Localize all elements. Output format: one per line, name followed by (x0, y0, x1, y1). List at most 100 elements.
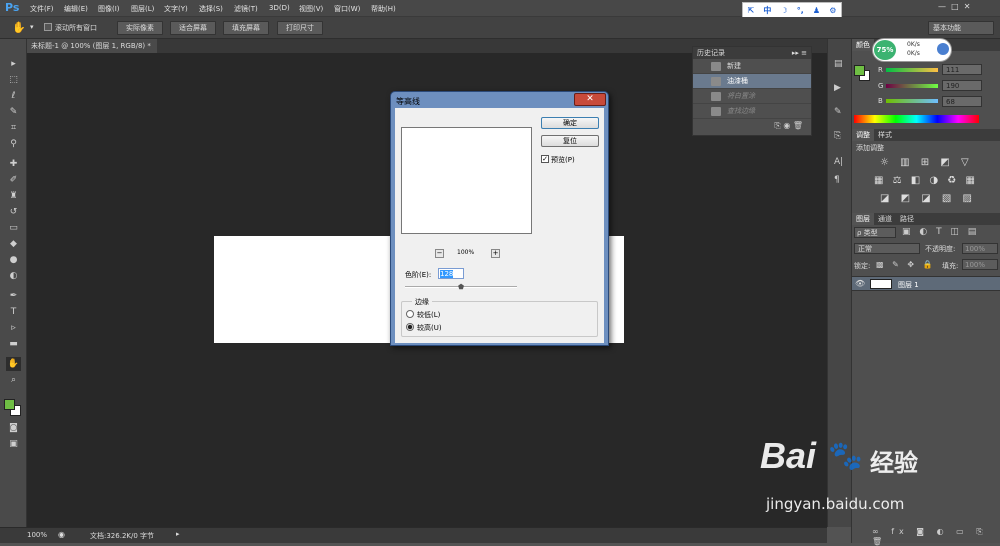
r-slider[interactable] (886, 68, 938, 72)
zoom-tool-icon[interactable]: ⌕ (6, 373, 21, 387)
user-icon[interactable]: ♟ (813, 6, 820, 15)
history-item-active[interactable]: 油漆桶 (693, 74, 811, 89)
clone-panel-icon[interactable]: ⎘ (834, 131, 841, 141)
hand-tool-icon[interactable]: ✋ (6, 357, 21, 371)
window-controls[interactable]: — □ ✕ (938, 2, 970, 11)
path-select-tool-icon[interactable]: ▹ (6, 321, 21, 335)
color-fg-swatch[interactable] (854, 65, 865, 76)
zoom-in-button[interactable]: + (491, 249, 500, 258)
menu-image[interactable]: 图像(I) (98, 4, 120, 14)
brush-panel-icon[interactable]: ✎ (834, 107, 842, 117)
history-footer-icons[interactable]: ⎘ ◉ 🗑 (693, 119, 811, 133)
status-menu-icon[interactable]: ◉ (58, 530, 65, 539)
foreground-color-swatch[interactable] (4, 399, 15, 410)
stamp-tool-icon[interactable]: ♜ (6, 189, 21, 203)
net-speed-widget[interactable]: 75% 0K/s 0K/s (872, 38, 952, 62)
quick-select-tool-icon[interactable]: ✎ (6, 105, 21, 119)
menu-layer[interactable]: 图层(L) (131, 4, 154, 14)
paint-bucket-tool-icon[interactable]: ◆ (6, 237, 21, 251)
level-slider-thumb[interactable]: ⬟ (458, 283, 464, 291)
b-value-field[interactable]: 68 (942, 96, 982, 107)
layer-filter-icons[interactable]: ▣ ◐ T ◫ ▤ (902, 227, 979, 237)
actions-panel-icon[interactable]: ▶ (834, 83, 841, 93)
quick-mask-icon[interactable]: ◙ (6, 421, 21, 435)
adjustment-icons-row-1[interactable]: ☼ ▥ ⊞ ◩ ▽ (880, 157, 973, 168)
tab-channels[interactable]: 通道 (874, 213, 896, 225)
screen-mode-icon[interactable]: ▣ (6, 437, 21, 451)
eyedropper-tool-icon[interactable]: ⚲ (6, 137, 21, 151)
tab-adjustments[interactable]: 调整 (852, 129, 874, 141)
b-slider[interactable] (886, 99, 938, 103)
history-panel-icon[interactable]: ▤ (834, 59, 843, 69)
brush-tool-icon[interactable]: ✐ (6, 173, 21, 187)
zoom-out-button[interactable]: − (435, 249, 444, 258)
preview-checkbox[interactable]: ✓ (541, 155, 549, 163)
menu-help[interactable]: 帮助(H) (371, 4, 396, 14)
ime-language[interactable]: 中 (763, 5, 771, 16)
layers-footer-icons[interactable]: ∞ fx ◙ ◐ ▭ ⎘ 🗑 (872, 527, 1000, 546)
r-value-field[interactable]: 111 (942, 64, 982, 75)
tool-preset-dropdown[interactable]: ▾ (30, 23, 34, 31)
moon-icon[interactable]: ☽ (780, 6, 787, 15)
history-brush-tool-icon[interactable]: ↺ (6, 205, 21, 219)
menu-view[interactable]: 视图(V) (299, 4, 323, 14)
close-button[interactable]: ✕ (574, 93, 606, 106)
tab-paths[interactable]: 路径 (896, 213, 918, 225)
fill-screen-button[interactable]: 填充屏幕 (223, 21, 269, 35)
fill-field[interactable]: 100% (962, 259, 998, 270)
layer-row[interactable]: 👁 图层 1 (852, 276, 1000, 291)
tab-styles[interactable]: 样式 (874, 129, 896, 141)
adjustment-icons-row-3[interactable]: ◪ ◩ ◪ ▧ ▨ (880, 193, 976, 204)
history-item[interactable]: 查找边缘 (693, 104, 811, 119)
settings-icon[interactable]: ⚙ (829, 6, 836, 15)
type-tool-icon[interactable]: T (6, 305, 21, 319)
menu-select[interactable]: 选择(S) (199, 4, 223, 14)
history-item[interactable]: 将白置涂 (693, 89, 811, 104)
g-value-field[interactable]: 190 (942, 80, 982, 91)
adjustment-icons-row-2[interactable]: ▦ ⚖ ◧ ◑ ♻ ▦ (874, 175, 978, 186)
history-item[interactable]: 新建 (693, 59, 811, 74)
color-spectrum-bar[interactable] (854, 115, 979, 123)
status-arrow-icon[interactable]: ▸ (176, 530, 180, 538)
punctuation-icon[interactable]: °, (797, 6, 804, 15)
ok-button[interactable]: 确定 (541, 117, 599, 129)
menu-filter[interactable]: 滤镜(T) (234, 4, 258, 14)
tab-layers[interactable]: 图层 (852, 213, 874, 225)
menu-3d[interactable]: 3D(D) (269, 4, 290, 12)
lasso-tool-icon[interactable]: ℓ (6, 89, 21, 103)
workspace-select[interactable]: 基本功能 (928, 21, 994, 35)
lock-icons[interactable]: ▩ ✎ ✥ 🔒 (876, 260, 936, 269)
document-tab[interactable]: 未标题-1 @ 100% (图层 1, RGB/8) * (27, 39, 157, 53)
menu-window[interactable]: 窗口(W) (334, 4, 360, 14)
crop-tool-icon[interactable]: ⌗ (6, 121, 21, 135)
rectangle-tool-icon[interactable]: ▬ (6, 337, 21, 351)
reset-button[interactable]: 复位 (541, 135, 599, 147)
tab-color[interactable]: 颜色 (852, 39, 874, 51)
healing-tool-icon[interactable]: ✚ (6, 157, 21, 171)
accelerate-icon[interactable] (937, 43, 949, 55)
eraser-tool-icon[interactable]: ▭ (6, 221, 21, 235)
print-size-button[interactable]: 打印尺寸 (277, 21, 323, 35)
actual-pixels-button[interactable]: 实际像素 (117, 21, 163, 35)
move-tool-icon[interactable]: ▸ (6, 57, 21, 71)
status-zoom[interactable]: 100% (27, 531, 47, 539)
ime-switch-icon[interactable]: ⇱ (748, 6, 755, 15)
level-input[interactable]: 128 (438, 268, 464, 279)
lower-radio[interactable] (406, 310, 414, 318)
fit-screen-button[interactable]: 适合屏幕 (170, 21, 216, 35)
menu-type[interactable]: 文字(Y) (164, 4, 188, 14)
blend-mode-select[interactable]: 正常 (854, 243, 920, 254)
scroll-all-checkbox[interactable] (44, 23, 52, 31)
blur-tool-icon[interactable]: ● (6, 253, 21, 267)
layer-name[interactable]: 图层 1 (898, 280, 919, 290)
upper-radio[interactable] (406, 323, 414, 331)
pen-tool-icon[interactable]: ✒ (6, 289, 21, 303)
paragraph-panel-icon[interactable]: ¶ (834, 175, 840, 185)
g-slider[interactable] (886, 84, 938, 88)
marquee-tool-icon[interactable]: ⬚ (6, 73, 21, 87)
visibility-eye-icon[interactable]: 👁 (855, 279, 865, 288)
character-panel-icon[interactable]: A| (834, 157, 843, 167)
menu-file[interactable]: 文件(F) (30, 4, 54, 14)
hand-tool-icon[interactable]: ✋ (12, 21, 26, 34)
opacity-field[interactable]: 100% (962, 243, 998, 254)
